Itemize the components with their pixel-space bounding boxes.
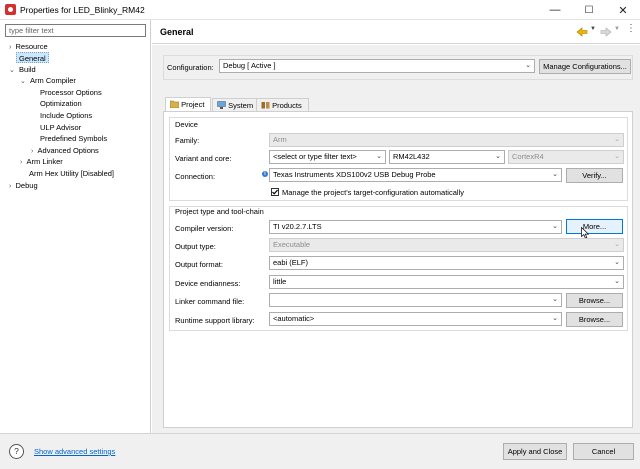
variant-filter-select[interactable]: <select or type filter text> ⌄ [269,150,386,164]
checkmark-icon [272,189,279,195]
tab-system[interactable]: System [212,98,261,112]
sidebar-item-build[interactable]: ⌄ Build [9,64,36,75]
back-arrow-icon[interactable] [576,27,588,37]
apply-and-close-button[interactable]: Apply and Close [503,443,567,460]
endianness-select[interactable]: little ⌄ [269,275,624,289]
runtime-browse-button[interactable]: Browse... [566,312,623,327]
sidebar-item-include-options[interactable]: Include Options [40,110,92,121]
minimize-button[interactable]: — [538,0,572,20]
sidebar-item-optimization[interactable]: Optimization [40,98,82,109]
compiler-version-label: Compiler version: [175,224,234,233]
show-advanced-settings-link[interactable]: Show advanced settings [34,447,115,456]
variant-label: Variant and core: [175,154,232,163]
chevron-right-icon: › [20,159,23,166]
toolchain-group-label: Project type and tool-chain [175,207,264,216]
chevron-down-icon: ⌄ [552,171,558,178]
page-header: General ▼ ▼ ⋮ [152,20,640,44]
chevron-down-icon: ⌄ [614,136,620,143]
linker-command-file-input[interactable]: ⌄ [269,293,562,307]
maximize-button[interactable]: ☐ [572,0,606,20]
device-group-label: Device [175,120,198,129]
connection-select[interactable]: Texas Instruments XDS100v2 USB Debug Pro… [269,168,562,182]
runtime-library-select[interactable]: <automatic> ⌄ [269,312,562,326]
chevron-down-icon: ⌄ [525,62,531,69]
family-select[interactable]: Arm ⌄ [269,133,624,147]
chevron-down-icon: ⌄ [552,223,558,230]
chevron-down-icon: ⌄ [20,78,26,85]
chevron-right-icon: › [9,183,12,190]
variant-select[interactable]: RM42L432 ⌄ [389,150,505,164]
chevron-down-icon: ⌄ [614,278,620,285]
output-type-select[interactable]: Executable ⌄ [269,238,624,252]
back-dropdown-icon[interactable]: ▼ [590,26,596,32]
products-icon [261,102,270,109]
linker-browse-button[interactable]: Browse... [566,293,623,308]
endianness-label: Device endianness: [175,279,241,288]
chevron-right-icon: › [31,148,34,155]
chevron-down-icon: ⌄ [552,315,558,322]
sidebar-item-processor-options[interactable]: Processor Options [40,87,102,98]
window-title: Properties for LED_Blinky_RM42 [20,5,145,15]
chevron-down-icon: ⌄ [376,153,382,160]
family-label: Family: [175,136,200,145]
compiler-version-select[interactable]: TI v20.2.7.LTS ⌄ [269,220,562,234]
chevron-down-icon: ⌄ [495,153,501,160]
chevron-down-icon: ⌄ [614,153,620,160]
chevron-right-icon: › [9,44,12,51]
configuration-label: Configuration: [167,63,214,72]
linker-command-file-label: Linker command file: [175,297,245,306]
output-format-label: Output format: [175,260,223,269]
manage-configurations-button[interactable]: Manage Configurations... [539,59,631,74]
tab-project[interactable]: Project [165,97,212,112]
filter-input[interactable]: type filter text [5,24,146,37]
sidebar-item-arm-compiler[interactable]: ⌄ Arm Compiler [20,75,76,86]
sidebar-item-arm-linker[interactable]: › Arm Linker [20,156,63,167]
help-icon[interactable]: ? [9,444,24,459]
tab-products[interactable]: Products [256,98,309,112]
output-type-label: Output type: [175,242,216,251]
project-icon [169,100,180,109]
manage-target-label: Manage the project's target-configuratio… [282,188,464,197]
forward-arrow-icon[interactable] [600,27,612,37]
app-icon [5,4,16,15]
connection-label: Connection: [175,172,216,181]
output-format-select[interactable]: eabi (ELF) ⌄ [269,256,624,270]
sidebar-item-arm-hex-utility[interactable]: Arm Hex Utility [Disabled] [29,168,114,179]
more-options-icon[interactable]: ⋮ [626,23,636,34]
sidebar-item-predefined-symbols[interactable]: Predefined Symbols [40,133,107,144]
core-select[interactable]: CortexR4 ⌄ [508,150,624,164]
title-bar: Properties for LED_Blinky_RM42 — ☐ ✕ [0,0,640,20]
configuration-select[interactable]: Debug [ Active ] ⌄ [219,59,535,73]
sidebar-item-advanced-options[interactable]: › Advanced Options [31,145,99,156]
info-icon: i [262,171,268,177]
manage-target-checkbox[interactable] [271,188,279,196]
sidebar-item-debug[interactable]: › Debug [9,180,38,191]
verify-button[interactable]: Verify... [566,168,623,183]
chevron-down-icon: ⌄ [552,296,558,303]
runtime-library-label: Runtime support library: [175,316,255,325]
chevron-down-icon: ⌄ [614,259,620,266]
sidebar-item-general[interactable]: General [16,52,49,63]
forward-dropdown-icon[interactable]: ▼ [614,26,620,32]
sidebar-item-resource[interactable]: › Resource [9,41,48,52]
page-title: General [160,27,194,37]
system-icon [217,101,226,109]
more-button[interactable]: More... [566,219,623,234]
sidebar-item-ulp-advisor[interactable]: ULP Advisor [40,122,81,133]
chevron-down-icon: ⌄ [9,67,15,74]
close-button[interactable]: ✕ [606,0,640,20]
cancel-button[interactable]: Cancel [573,443,634,460]
chevron-down-icon: ⌄ [614,241,620,248]
